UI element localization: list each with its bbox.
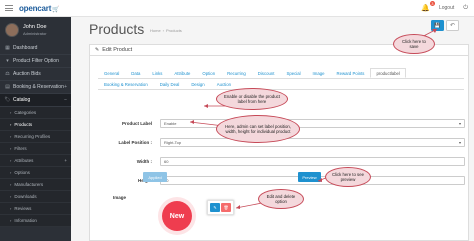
preview-callout: Click here to see preview xyxy=(325,167,371,187)
preview-button[interactable]: Preview xyxy=(298,172,321,182)
profile-role: Administrator xyxy=(23,30,47,36)
expand-icon: + xyxy=(64,158,67,163)
sidebar-item-product-filter-option[interactable]: ▾ Product Filter Option xyxy=(0,55,71,68)
pencil-icon: ✎ xyxy=(95,47,100,53)
tab-daily-deal[interactable]: Daily Deal xyxy=(154,79,186,89)
top-bar: opencart🛒 🔔 3 Logout ⏻ xyxy=(0,0,474,17)
tabs-divider xyxy=(98,89,464,90)
edit-button[interactable]: ✎ xyxy=(210,203,220,212)
delete-button[interactable]: 🗑 xyxy=(221,203,231,212)
enable-callout: Enable or disable the product label from… xyxy=(216,88,288,110)
breadcrumb-products[interactable]: Products xyxy=(166,28,182,33)
tab-image[interactable]: Image xyxy=(307,68,331,78)
chevron-right-icon: › xyxy=(10,218,12,223)
trash-icon: 🗑 xyxy=(223,205,229,210)
save-icon: 💾 xyxy=(434,22,441,29)
edit-product-panel: ✎ Edit Product General Data Links Attrib… xyxy=(89,44,469,241)
gavel-icon: ⚖ xyxy=(5,71,10,77)
tab-attribute[interactable]: Attribute xyxy=(168,68,196,78)
sidebar-subitem-products[interactable]: › Products xyxy=(0,119,71,131)
tab-recurring[interactable]: Recurring xyxy=(221,68,252,78)
dashboard-icon: ▦ xyxy=(5,45,10,51)
save-callout: Click here to save xyxy=(393,34,435,54)
chevron-right-icon: › xyxy=(10,122,12,127)
admin-callout: Here, admin can set label position, widt… xyxy=(216,115,300,143)
tab-special[interactable]: Special xyxy=(280,68,306,78)
sidebar-item-booking-reservation[interactable]: ▤ Booking & Reservation + xyxy=(0,81,71,94)
panel-title: Edit Product xyxy=(102,47,133,53)
sidebar-subitem-information[interactable]: › Information xyxy=(0,215,71,227)
sidebar-subitem-attributes[interactable]: › Attributes + xyxy=(0,155,71,167)
chevron-right-icon: › xyxy=(10,110,12,115)
sidebar-subitem-options[interactable]: › Options xyxy=(0,167,71,179)
user-profile[interactable]: John Doe Administrator xyxy=(0,17,71,42)
tab-productlabel[interactable]: productlabel xyxy=(370,68,406,78)
tab-design[interactable]: Design xyxy=(185,79,210,89)
breadcrumb: Home › Products xyxy=(150,28,182,33)
logout-link[interactable]: Logout xyxy=(439,5,454,11)
profile-name: John Doe xyxy=(23,23,47,30)
save-button[interactable]: 💾 xyxy=(431,20,444,31)
tab-reward-points[interactable]: Reward Points xyxy=(331,68,371,78)
width-input[interactable]: 60 xyxy=(160,157,465,166)
product-label-label: Product Label xyxy=(121,121,152,126)
tab-booking-reservation[interactable]: Booking & Reservation xyxy=(98,79,154,89)
sidebar-subitem-downloads[interactable]: › Downloads xyxy=(0,191,71,203)
tab-general[interactable]: General xyxy=(98,68,125,78)
avatar xyxy=(5,22,19,37)
collapse-icon: − xyxy=(64,97,67,103)
menu-toggle-icon[interactable] xyxy=(5,5,13,11)
logout-icon[interactable]: ⏻ xyxy=(463,5,468,12)
expand-icon: + xyxy=(64,84,67,90)
tab-data[interactable]: Data xyxy=(125,68,146,78)
tab-discount[interactable]: Discount xyxy=(252,68,281,78)
filter-icon: ▾ xyxy=(6,58,9,64)
chevron-right-icon: › xyxy=(10,182,12,187)
sidebar-subitem-reviews[interactable]: › Reviews xyxy=(0,203,71,215)
sidebar-subitem-manufacturers[interactable]: › Manufacturers xyxy=(0,179,71,191)
sidebar-subitem-categories[interactable]: › Categories xyxy=(0,107,71,119)
width-label: Width : xyxy=(136,159,152,164)
back-button[interactable]: ↶ xyxy=(446,20,459,31)
sidebar-item-catalog[interactable]: 🏷 Catalog − xyxy=(0,94,71,107)
chevron-right-icon: › xyxy=(10,146,12,151)
label-position-label: Label Position : xyxy=(118,140,152,145)
tabs-row-2: Booking & Reservation Daily Deal Design … xyxy=(98,79,237,89)
chevron-right-icon: › xyxy=(10,206,12,211)
calendar-icon: ▤ xyxy=(5,84,10,90)
chevron-right-icon: › xyxy=(10,134,12,139)
edit-delete-callout: Edit and delete option xyxy=(258,189,304,209)
pencil-icon: ✎ xyxy=(213,205,217,210)
product-label-select[interactable]: Enable ▾ xyxy=(160,119,465,128)
new-label-badge: New xyxy=(162,201,192,231)
top-right-actions: 🔔 3 Logout ⏻ xyxy=(421,1,468,12)
notification-bell-icon[interactable]: 🔔 3 xyxy=(421,1,435,12)
sidebar: John Doe Administrator ▦ Dashboard ▾ Produ… xyxy=(0,17,71,241)
chevron-right-icon: › xyxy=(10,194,12,199)
sidebar-subitem-filters[interactable]: › Filters xyxy=(0,143,71,155)
tab-links[interactable]: Links xyxy=(146,68,168,78)
notification-count: 3 xyxy=(429,1,435,6)
tab-auction[interactable]: Auction xyxy=(211,79,237,89)
label-position-select[interactable]: Right-Top ▾ xyxy=(160,138,465,147)
page-title: Products xyxy=(89,21,145,37)
chevron-right-icon: › xyxy=(10,170,12,175)
sidebar-item-dashboard[interactable]: ▦ Dashboard xyxy=(0,42,71,55)
tabs-row-1: General Data Links Attribute Option Recu… xyxy=(98,68,406,78)
chevron-down-icon: ▾ xyxy=(458,140,461,145)
chevron-right-icon: › xyxy=(10,158,12,163)
tab-option[interactable]: Option xyxy=(196,68,221,78)
image-label: Image xyxy=(112,195,126,200)
opencart-logo[interactable]: opencart🛒 xyxy=(19,4,60,13)
tag-icon: 🏷 xyxy=(4,97,11,103)
sidebar-subitem-recurring-profiles[interactable]: › Recurring Profiles xyxy=(0,131,71,143)
back-icon: ↶ xyxy=(449,23,456,29)
chevron-down-icon: ▾ xyxy=(458,121,461,126)
breadcrumb-home[interactable]: Home xyxy=(150,28,161,33)
sidebar-item-auction-bids[interactable]: ⚖ Auction Bids xyxy=(0,68,71,81)
applied-button[interactable]: Applied xyxy=(143,172,167,182)
